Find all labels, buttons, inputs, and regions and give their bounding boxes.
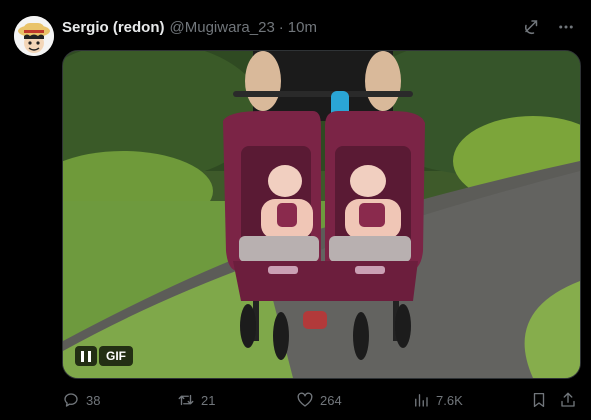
- tweet-header: Sergio (redon) @Mugiwara_23 · 10m: [62, 17, 317, 37]
- analytics-icon: [415, 394, 428, 407]
- avatar-image: [14, 16, 54, 56]
- repost-button[interactable]: 21: [177, 389, 215, 411]
- reply-button[interactable]: 38: [62, 389, 100, 411]
- repost-icon: [178, 394, 194, 406]
- author-handle[interactable]: @Mugiwara_23: [170, 19, 275, 36]
- grok-icon[interactable]: [519, 14, 545, 40]
- pause-icon: [81, 350, 91, 362]
- share-button[interactable]: [559, 389, 577, 411]
- pause-button[interactable]: [75, 346, 97, 366]
- share-icon: [561, 392, 575, 407]
- more-icon[interactable]: [553, 14, 579, 40]
- views-button[interactable]: 7.6K: [412, 389, 463, 411]
- action-bar: 38 21 264 7.6K: [62, 389, 579, 411]
- tweet[interactable]: Sergio (redon) @Mugiwara_23 · 10m GIF 38…: [0, 0, 591, 420]
- bookmark-icon: [533, 392, 545, 408]
- separator-dot: ·: [278, 18, 284, 36]
- repost-count: 21: [201, 392, 216, 408]
- gif-label: GIF: [99, 346, 133, 366]
- gif-frame: [63, 51, 580, 378]
- author-name[interactable]: Sergio (redon): [62, 19, 165, 36]
- timestamp[interactable]: 10m: [288, 19, 317, 36]
- gif-badge: GIF: [75, 346, 133, 366]
- top-actions: [519, 14, 579, 40]
- gif-media[interactable]: GIF: [62, 50, 581, 379]
- avatar[interactable]: [14, 16, 54, 56]
- heart-icon: [297, 392, 313, 407]
- reply-icon: [64, 393, 78, 407]
- reply-count: 38: [86, 392, 101, 408]
- bookmark-button[interactable]: [530, 389, 548, 411]
- views-count: 7.6K: [436, 392, 463, 408]
- like-button[interactable]: 264: [296, 389, 342, 411]
- like-count: 264: [320, 392, 342, 408]
